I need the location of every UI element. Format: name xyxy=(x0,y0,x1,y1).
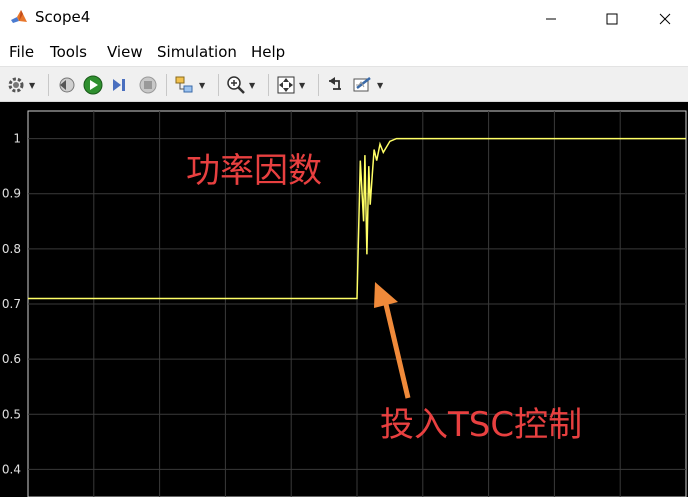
y-tick-label: 0.5 xyxy=(2,407,21,421)
measurement-button[interactable]: ▼ xyxy=(352,73,383,97)
menu-view[interactable]: View xyxy=(107,43,143,61)
scope-plot: 1 0.9 0.8 0.7 0.6 0.5 0.4 功率因数 投入TSC控制 xyxy=(2,110,687,497)
y-tick-label: 0.9 xyxy=(2,187,21,201)
chevron-down-icon: ▼ xyxy=(299,80,306,90)
menu-bar: File Tools View Simulation Help xyxy=(0,38,688,66)
zoom-in-button[interactable]: ▼ xyxy=(226,73,255,97)
close-icon xyxy=(659,13,671,25)
stop-icon xyxy=(139,76,157,94)
minimize-icon xyxy=(546,18,556,20)
menu-help[interactable]: Help xyxy=(251,43,285,61)
step-forward-icon xyxy=(113,79,125,91)
toolbar-separator xyxy=(166,74,167,96)
maximize-icon xyxy=(606,13,618,25)
minimize-button[interactable] xyxy=(528,0,574,38)
title-bar: Scope4 xyxy=(0,0,688,38)
window-title: Scope4 xyxy=(35,8,91,26)
toolbar-separator xyxy=(268,74,269,96)
step-back-icon xyxy=(59,77,75,93)
y-tick-label: 0.7 xyxy=(2,297,21,311)
toolbar-separator xyxy=(218,74,219,96)
menu-tools[interactable]: Tools xyxy=(50,43,87,61)
y-tick-label: 0.8 xyxy=(2,242,21,256)
y-tick-label: 0.6 xyxy=(2,352,21,366)
run-button[interactable] xyxy=(82,73,104,97)
menu-simulation[interactable]: Simulation xyxy=(157,43,237,61)
step-forward-button[interactable] xyxy=(110,73,130,97)
stop-button[interactable] xyxy=(138,73,158,97)
y-tick-label: 0.4 xyxy=(2,462,21,476)
close-button[interactable] xyxy=(642,0,688,38)
toolbar: ▼ ▼ ▼ ▼ ▼ xyxy=(0,66,688,102)
highlight-button[interactable]: ▼ xyxy=(174,73,205,97)
menu-file[interactable]: File xyxy=(9,43,34,61)
autoscale-button[interactable]: ▼ xyxy=(276,73,305,97)
matlab-icon xyxy=(10,8,28,26)
highlight-icon xyxy=(175,76,193,93)
run-icon xyxy=(83,75,103,95)
restore-button[interactable] xyxy=(325,73,345,97)
chevron-down-icon: ▼ xyxy=(199,80,206,90)
toolbar-separator xyxy=(48,74,49,96)
annotation-power-factor: 功率因数 xyxy=(186,151,322,191)
y-tick-label: 1 xyxy=(13,132,21,146)
zoom-in-icon xyxy=(227,76,245,94)
autoscale-icon xyxy=(277,76,295,94)
step-back-button[interactable] xyxy=(56,73,76,97)
chevron-down-icon: ▼ xyxy=(377,80,384,90)
annotation-tsc-control: 投入TSC控制 xyxy=(380,405,582,445)
toolbar-separator xyxy=(318,74,319,96)
scope-display: 1 0.9 0.8 0.7 0.6 0.5 0.4 功率因数 投入TSC控制 xyxy=(0,102,688,497)
measurement-icon xyxy=(353,77,371,92)
chevron-down-icon: ▼ xyxy=(249,80,256,90)
settings-icon xyxy=(8,77,24,93)
chevron-down-icon: ▼ xyxy=(29,80,36,90)
maximize-button[interactable] xyxy=(589,0,635,38)
restore-icon xyxy=(329,77,341,90)
settings-button[interactable]: ▼ xyxy=(6,73,35,97)
